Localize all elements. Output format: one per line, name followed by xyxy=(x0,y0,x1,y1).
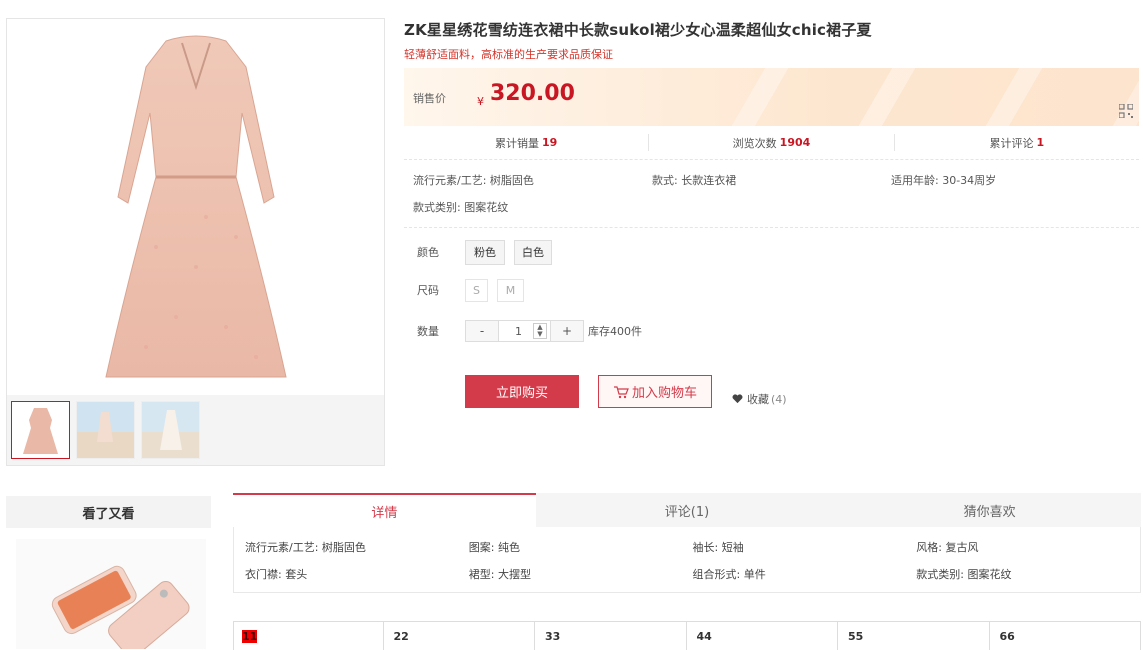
recommend-sidebar: 看了又看 xyxy=(6,496,211,650)
size-option-m[interactable]: M xyxy=(497,278,524,302)
product-page: ZK星星绣花雪纺连衣裙中长款sukol裙少女心温柔超仙女chic裙子夏 轻薄舒适… xyxy=(0,0,1143,650)
size-table-cell: 44 xyxy=(687,622,838,650)
heart-icon xyxy=(732,394,743,404)
color-row: 颜色 粉色 白色 xyxy=(417,238,1139,266)
thumbnail-2[interactable] xyxy=(76,401,135,459)
product-info: ZK星星绣花雪纺连衣裙中长款sukol裙少女心温柔超仙女chic裙子夏 轻薄舒适… xyxy=(404,18,1139,408)
size-table-cell: 55 xyxy=(838,622,990,650)
product-title: ZK星星绣花雪纺连衣裙中长款sukol裙少女心温柔超仙女chic裙子夏 xyxy=(404,21,872,39)
main-product-image xyxy=(7,19,384,395)
stat-sales: 累计销量 19 xyxy=(404,134,650,151)
favorite-button[interactable]: 收藏 (4) xyxy=(732,391,787,407)
quantity-row: 数量 - 1 ▲ ▼ + 库存400件 xyxy=(417,319,1139,343)
detail-tabs: 详情 评论(1) 猜你喜欢 xyxy=(233,493,1141,527)
recommend-product-image[interactable] xyxy=(16,539,206,649)
detail-attributes: 流行元素/工艺: 树脂固色 图案: 纯色 袖长: 短袖 风格: 复古风 衣门襟:… xyxy=(233,527,1141,593)
detail-attribute: 袖长: 短袖 xyxy=(692,540,744,554)
stats-bar: 累计销量 19 浏览次数 1904 累计评论 1 xyxy=(404,126,1139,160)
sidebar-title: 看了又看 xyxy=(6,496,211,528)
detail-attribute: 风格: 复古风 xyxy=(916,540,979,554)
size-table: 11 22 33 44 55 66 xyxy=(233,621,1141,650)
favorite-count: (4) xyxy=(771,392,787,406)
attribute-list: 流行元素/工艺: 树脂固色 款式: 长款连衣裙 适用年龄: 30-34周岁 款式… xyxy=(404,160,1139,228)
attribute-item: 款式类别: 图案花纹 xyxy=(413,200,509,214)
add-to-cart-button[interactable]: 加入购物车 xyxy=(598,375,712,408)
detail-attribute: 图案: 纯色 xyxy=(468,540,520,554)
stock-text: 库存400件 xyxy=(588,325,642,338)
attribute-item: 流行元素/工艺: 树脂固色 xyxy=(413,173,534,187)
quantity-stepper: - 1 ▲ ▼ + xyxy=(465,320,584,342)
quantity-label: 数量 xyxy=(417,325,439,338)
product-subtitle: 轻薄舒适面料，高标准的生产要求品质保证 xyxy=(404,48,613,61)
cart-icon xyxy=(613,385,629,398)
buy-now-button[interactable]: 立即购买 xyxy=(465,375,579,408)
size-table-cell: 22 xyxy=(384,622,535,650)
thumbnail-1[interactable] xyxy=(11,401,70,459)
detail-attribute: 衣门襟: 套头 xyxy=(245,567,308,581)
tab-guess-you-like[interactable]: 猜你喜欢 xyxy=(838,493,1141,527)
decrease-button[interactable]: - xyxy=(466,324,498,338)
size-row: 尺码 S M xyxy=(417,278,1139,302)
size-table-cell: 33 xyxy=(535,622,687,650)
thumbnail-3[interactable] xyxy=(141,401,200,459)
increase-button[interactable]: + xyxy=(551,324,583,338)
detail-attribute: 流行元素/工艺: 树脂固色 xyxy=(245,540,366,554)
attribute-item: 款式: 长款连衣裙 xyxy=(652,173,737,187)
stat-reviews: 累计评论 1 xyxy=(989,136,1045,150)
color-option-white[interactable]: 白色 xyxy=(514,239,552,265)
color-label: 颜色 xyxy=(417,246,439,259)
detail-attribute: 组合形式: 单件 xyxy=(692,567,766,581)
tab-reviews[interactable]: 评论(1) xyxy=(536,493,839,527)
size-table-cell: 66 xyxy=(999,630,1015,643)
price-bar: 销售价 ¥ 320.00 xyxy=(404,68,1139,126)
thumbnail-strip xyxy=(7,395,384,465)
size-label: 尺码 xyxy=(417,284,439,297)
detail-attribute: 款式类别: 图案花纹 xyxy=(916,567,1012,581)
stat-views: 浏览次数 1904 xyxy=(649,134,895,151)
favorite-label: 收藏 xyxy=(747,393,769,406)
size-table-cell: 11 xyxy=(234,622,384,650)
detail-attribute: 裙型: 大摆型 xyxy=(468,567,531,581)
currency-symbol: ¥ xyxy=(477,95,484,108)
price-value: 320.00 xyxy=(490,81,575,106)
product-gallery xyxy=(6,18,385,466)
color-option-pink[interactable]: 粉色 xyxy=(465,239,505,265)
size-option-s[interactable]: S xyxy=(465,278,488,302)
qrcode-icon[interactable] xyxy=(1119,104,1133,118)
attribute-item: 适用年龄: 30-34周岁 xyxy=(891,173,997,187)
add-to-cart-label: 加入购物车 xyxy=(631,386,697,401)
tab-details[interactable]: 详情 xyxy=(233,493,536,527)
spinner-icon[interactable]: ▲ ▼ xyxy=(533,323,547,339)
price-label: 销售价 xyxy=(413,92,446,105)
quantity-input[interactable]: 1 ▲ ▼ xyxy=(498,321,551,341)
